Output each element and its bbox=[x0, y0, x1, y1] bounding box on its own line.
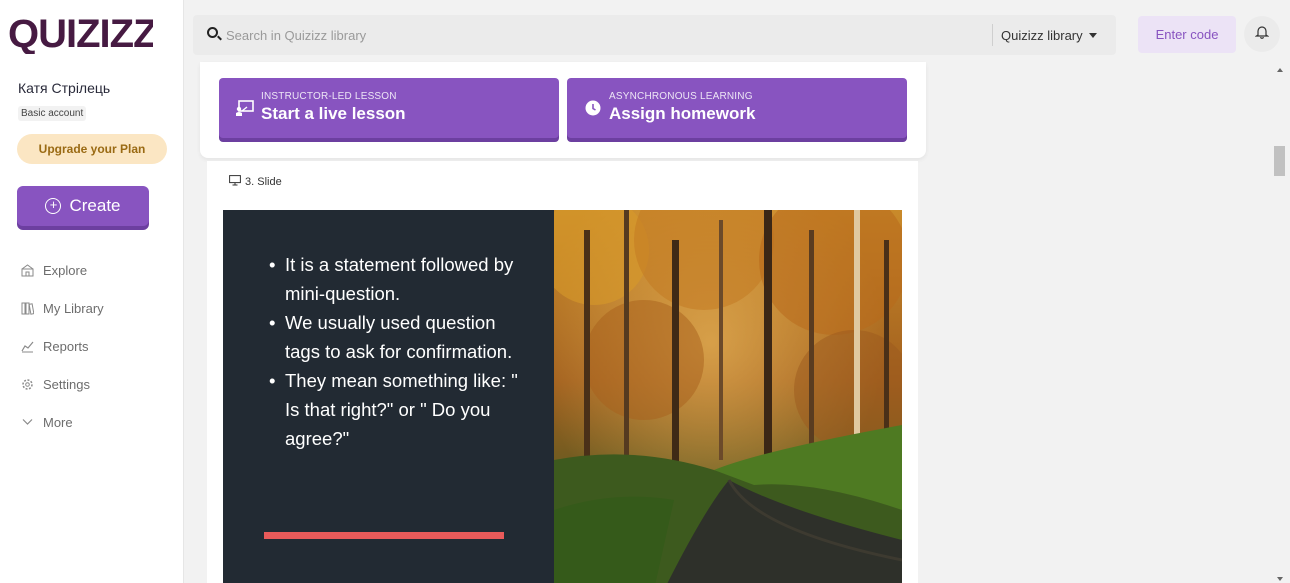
bullet-list: It is a statement followed by mini-quest… bbox=[269, 250, 529, 453]
actions-card: INSTRUCTOR-LED LESSON Start a live lesso… bbox=[200, 62, 926, 158]
chevron-down-icon bbox=[20, 418, 34, 426]
search-icon bbox=[207, 27, 218, 38]
gear-icon bbox=[20, 378, 34, 391]
clock-icon bbox=[579, 100, 607, 116]
monitor-icon bbox=[229, 175, 241, 189]
slide-title: 3. Slide bbox=[245, 176, 282, 188]
slide-card: 3. Slide It is a statement followed by m… bbox=[207, 161, 918, 583]
scroll-thumb[interactable] bbox=[1274, 146, 1285, 176]
reports-icon bbox=[20, 340, 34, 353]
scroll-down-icon[interactable] bbox=[1277, 577, 1283, 581]
upgrade-plan-button[interactable]: Upgrade your Plan bbox=[17, 134, 167, 164]
bullet-item: They mean something like: " Is that righ… bbox=[269, 366, 529, 453]
live-lesson-kicker: INSTRUCTOR-LED LESSON bbox=[261, 91, 397, 102]
homework-kicker: ASYNCHRONOUS LEARNING bbox=[609, 91, 753, 102]
sidebar-item-label: More bbox=[43, 414, 73, 430]
enter-code-label: Enter code bbox=[1155, 27, 1219, 42]
library-select[interactable]: Quizizz library bbox=[992, 24, 1097, 46]
slide-text: It is a statement followed by mini-quest… bbox=[269, 250, 529, 453]
slide-label: 3. Slide bbox=[229, 175, 282, 189]
sidebar-nav: Explore My Library Reports Settings More bbox=[20, 251, 104, 441]
live-lesson-label: Start a live lesson bbox=[261, 104, 406, 123]
search-bar[interactable]: Quizizz library bbox=[193, 15, 1116, 55]
sidebar-item-reports[interactable]: Reports bbox=[20, 327, 104, 365]
accent-bar bbox=[264, 532, 504, 539]
create-button[interactable]: + Create bbox=[17, 186, 149, 226]
sidebar: QUIZIZZ Катя Стрілець Basic account Upgr… bbox=[0, 0, 184, 583]
library-select-value: Quizizz library bbox=[1001, 27, 1083, 43]
homework-label: Assign homework bbox=[609, 104, 756, 123]
user-name: Катя Стрілець bbox=[18, 80, 111, 96]
plan-badge: Basic account bbox=[18, 106, 87, 121]
sidebar-item-label: Explore bbox=[43, 262, 88, 278]
sidebar-item-more[interactable]: More bbox=[20, 403, 104, 441]
sidebar-item-explore[interactable]: Explore bbox=[20, 251, 104, 289]
bell-icon bbox=[1254, 24, 1270, 44]
bullet-item: We usually used question tags to ask for… bbox=[269, 308, 529, 366]
scroll-up-icon[interactable] bbox=[1277, 68, 1283, 72]
svg-text:QUIZIZZ: QUIZIZZ bbox=[8, 12, 153, 54]
start-live-lesson-button[interactable]: INSTRUCTOR-LED LESSON Start a live lesso… bbox=[219, 78, 559, 138]
sidebar-item-label: Reports bbox=[43, 338, 89, 354]
caret-down-icon bbox=[1088, 32, 1097, 38]
plus-circle-icon: + bbox=[45, 198, 62, 214]
search-input[interactable] bbox=[226, 23, 926, 47]
sidebar-item-label: Settings bbox=[43, 376, 90, 392]
presentation-icon bbox=[231, 99, 259, 117]
explore-icon bbox=[20, 263, 34, 277]
create-label: Create bbox=[69, 196, 121, 215]
assign-homework-button[interactable]: ASYNCHRONOUS LEARNING Assign homework bbox=[567, 78, 907, 138]
quizizz-logo[interactable]: QUIZIZZ bbox=[8, 10, 158, 56]
scrollbar[interactable] bbox=[1272, 62, 1290, 583]
forest-photo bbox=[554, 210, 902, 583]
sidebar-item-label: My Library bbox=[43, 300, 104, 316]
sidebar-item-settings[interactable]: Settings bbox=[20, 365, 104, 403]
sidebar-item-my-library[interactable]: My Library bbox=[20, 289, 104, 327]
upgrade-plan-label: Upgrade your Plan bbox=[38, 142, 146, 156]
enter-code-button[interactable]: Enter code bbox=[1138, 16, 1236, 53]
library-icon bbox=[20, 302, 34, 315]
slide-preview: It is a statement followed by mini-quest… bbox=[223, 210, 902, 583]
bullet-item: It is a statement followed by mini-quest… bbox=[269, 250, 529, 308]
notifications-button[interactable] bbox=[1244, 16, 1280, 52]
